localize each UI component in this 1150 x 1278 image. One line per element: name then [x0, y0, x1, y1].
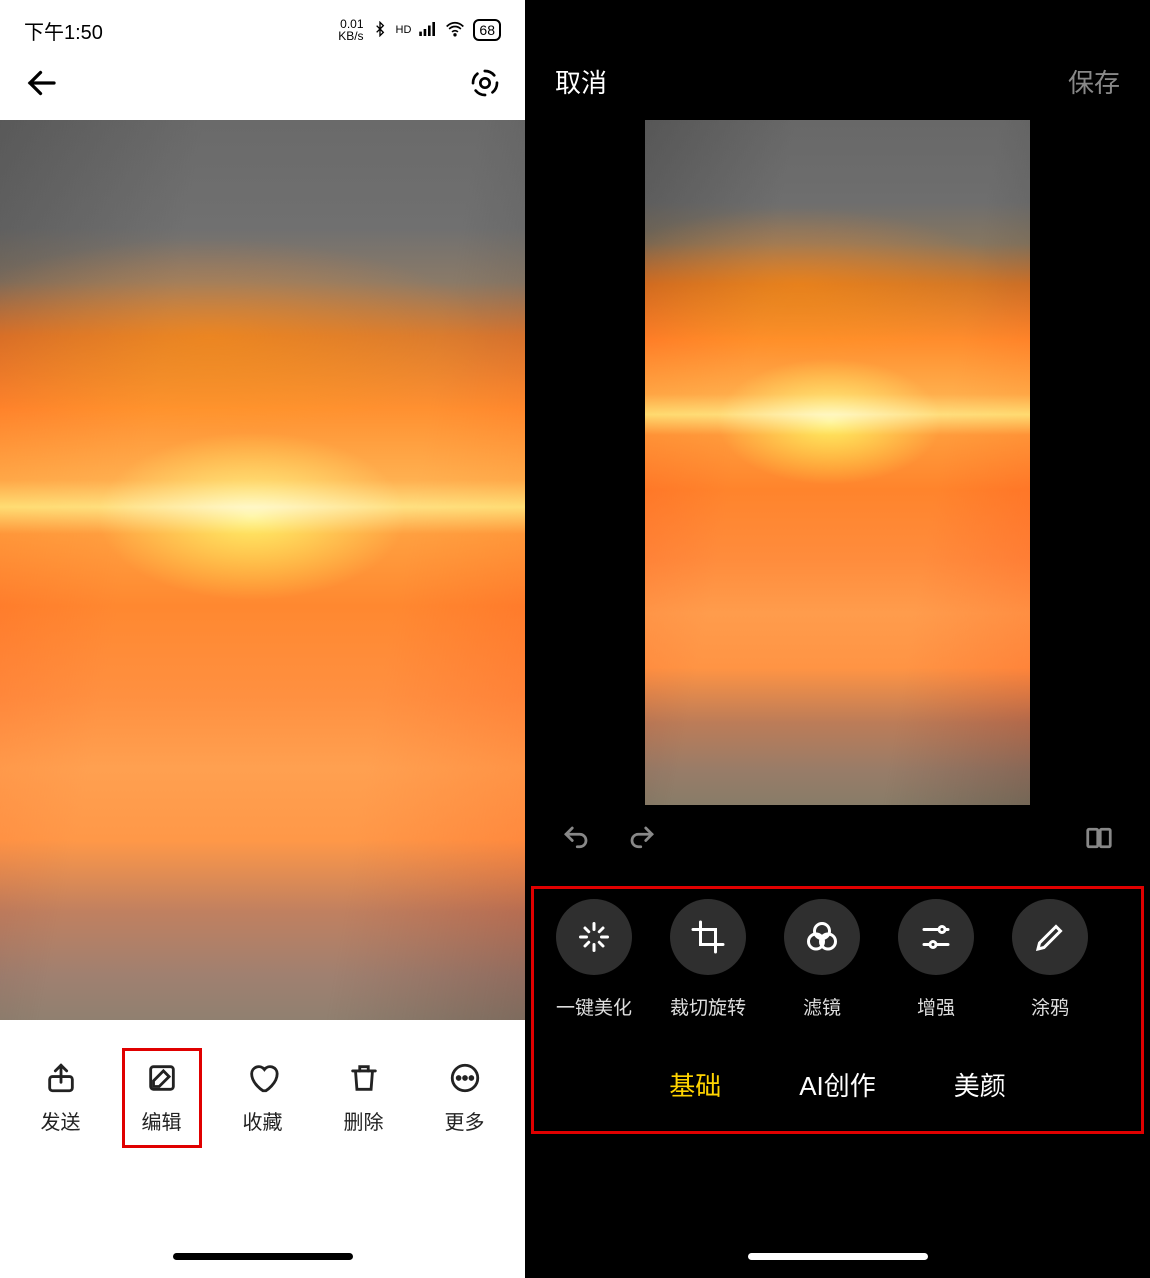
- cancel-button[interactable]: 取消: [555, 63, 607, 100]
- favorite-button[interactable]: 收藏: [223, 1061, 303, 1135]
- wifi-icon: [445, 19, 465, 42]
- home-indicator[interactable]: [748, 1253, 928, 1260]
- edit-icon: [145, 1061, 179, 1100]
- status-time: 下午1:50: [24, 16, 103, 45]
- editor-canvas[interactable]: [525, 120, 1150, 805]
- tool-row[interactable]: 一键美化 裁切旋转 滤镜 增强: [534, 899, 1141, 1034]
- pencil-icon: [1012, 899, 1088, 975]
- tab-beauty[interactable]: 美颜: [954, 1066, 1006, 1103]
- status-bar: 下午1:50 0.01 KB/s HD 68: [0, 0, 525, 50]
- crop-icon: [670, 899, 746, 975]
- tool-enhance[interactable]: 增强: [896, 899, 976, 1020]
- battery-value: 68: [479, 22, 495, 38]
- tool-filter[interactable]: 滤镜: [782, 899, 862, 1020]
- sparkle-icon: [556, 899, 632, 975]
- redo-button[interactable]: [627, 823, 657, 858]
- editor-tool-panel: 一键美化 裁切旋转 滤镜 增强: [531, 886, 1144, 1134]
- tool-crop-rotate[interactable]: 裁切旋转: [668, 899, 748, 1020]
- more-label: 更多: [445, 1106, 485, 1135]
- tool-label: 一键美化: [556, 993, 632, 1020]
- tool-label: 增强: [917, 993, 955, 1020]
- bluetooth-icon: [372, 21, 388, 40]
- share-icon: [44, 1061, 78, 1100]
- tool-label: 滤镜: [803, 993, 841, 1020]
- more-icon: [448, 1061, 482, 1100]
- edit-label: 编辑: [142, 1106, 182, 1135]
- delete-label: 删除: [344, 1106, 384, 1135]
- sunset-photo: [0, 120, 525, 1020]
- heart-icon: [246, 1061, 280, 1100]
- status-right: 0.01 KB/s HD 68: [338, 18, 501, 42]
- photo-editor-pane: 取消 保存 一键美化 裁切旋转: [525, 0, 1150, 1278]
- edit-button[interactable]: 编辑: [122, 1048, 202, 1148]
- favorite-label: 收藏: [243, 1106, 283, 1135]
- battery-indicator: 68: [473, 19, 501, 41]
- tool-label: 涂鸦: [1031, 993, 1069, 1020]
- photo-viewer-pane: 下午1:50 0.01 KB/s HD 68: [0, 0, 525, 1278]
- share-button[interactable]: 发送: [21, 1061, 101, 1135]
- viewer-header: [0, 50, 525, 120]
- category-tabs: 基础 AI创作 美颜: [534, 1034, 1141, 1103]
- tool-auto-beautify[interactable]: 一键美化: [554, 899, 634, 1020]
- undo-button[interactable]: [561, 823, 591, 858]
- trash-icon: [347, 1061, 381, 1100]
- sliders-icon: [898, 899, 974, 975]
- tab-ai-create[interactable]: AI创作: [799, 1066, 876, 1103]
- filter-icon: [784, 899, 860, 975]
- tool-label: 裁切旋转: [670, 993, 746, 1020]
- share-label: 发送: [41, 1106, 81, 1135]
- status-hd: HD: [396, 25, 412, 36]
- compare-button[interactable]: [1084, 823, 1114, 858]
- back-button[interactable]: [24, 65, 60, 106]
- viewer-bottom-bar: 发送 编辑 收藏 删除: [0, 1020, 525, 1278]
- tab-basic[interactable]: 基础: [669, 1066, 721, 1103]
- delete-button[interactable]: 删除: [324, 1061, 404, 1135]
- home-indicator[interactable]: [173, 1253, 353, 1260]
- photo-content[interactable]: [0, 120, 525, 1020]
- sunset-photo-edit: [645, 120, 1030, 805]
- save-button[interactable]: 保存: [1068, 63, 1120, 100]
- google-lens-button[interactable]: [469, 67, 501, 104]
- more-button[interactable]: 更多: [425, 1061, 505, 1135]
- tool-doodle[interactable]: 涂鸦: [1010, 899, 1090, 1020]
- status-kbs: 0.01 KB/s: [338, 18, 363, 42]
- signal-icon: [419, 22, 437, 39]
- editor-header: 取消 保存: [525, 0, 1150, 120]
- history-row: [525, 805, 1150, 876]
